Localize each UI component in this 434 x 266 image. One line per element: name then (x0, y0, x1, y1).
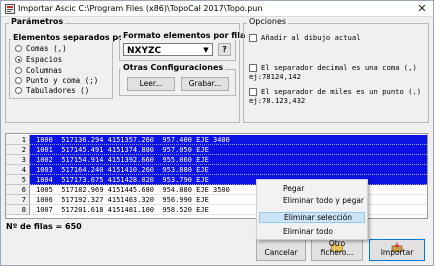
row-data[interactable]: 1000 517136.294 4151357.260 957.400 EJE … (30, 135, 427, 145)
option-label: Añadir al dibujo actual (261, 33, 361, 42)
row-number[interactable]: 1 (6, 135, 30, 145)
option-label: El separador de miles es un punto (.) (261, 87, 422, 96)
close-icon[interactable]: ✕ (415, 2, 429, 15)
menu-item-eliminar-todo[interactable]: Eliminar todo (259, 226, 365, 237)
row-data[interactable]: 1006 517192.327 4151463.320 956.990 EJE (30, 195, 427, 205)
radio-button[interactable] (15, 67, 22, 74)
cancelar-button[interactable]: Cancelar (256, 239, 306, 261)
row-number[interactable]: 4 (6, 165, 30, 175)
grabar-button[interactable]: Grabar... (181, 77, 229, 91)
leer-button[interactable]: Leer... (127, 77, 175, 91)
option-label: El separador decimal es una coma (,) (261, 63, 417, 72)
menu-item-pegar[interactable]: Pegar (259, 183, 365, 194)
formato-legend: Formato elementos por fila (121, 31, 248, 40)
option-example: ej:78124,142 (249, 72, 301, 81)
app-icon (5, 4, 15, 14)
table-row[interactable]: 4 1003 517164.240 4151410.260 953.880 EJ… (6, 165, 427, 175)
radio-label: Comas (,) (26, 44, 67, 53)
cancelar-label: Cancelar (264, 248, 298, 257)
table-row[interactable]: 2 1001 517145.491 4151374.880 957.050 EJ… (6, 145, 427, 155)
radio-label: Punto y coma (;) (26, 76, 99, 85)
menu-item-eliminar-todo-y-pegar[interactable]: Eliminar todo y pegar (259, 195, 365, 206)
row-data[interactable]: 1005 517182.969 4151445.680 954.880 EJE … (30, 185, 427, 195)
separados-legend: Elementos separados por (11, 33, 130, 42)
row-data[interactable]: 1001 517145.491 4151374.880 957.050 EJE (30, 145, 427, 155)
row-number[interactable]: 3 (6, 155, 30, 165)
row-data[interactable]: 1002 517154.914 4151392.660 955.060 EJE (30, 155, 427, 165)
opciones-legend: Opciones (247, 17, 289, 26)
formato-select[interactable]: NXYZC ▼ (123, 43, 213, 56)
row-count-status: Nº de filas = 650 (6, 222, 82, 231)
radio-button-selected[interactable] (15, 56, 22, 63)
table-row[interactable]: 1 1000 517136.294 4151357.260 957.400 EJ… (6, 135, 427, 145)
otro-fichero-label: Otro fichero... (320, 239, 354, 257)
parametros-legend: Parámetros (9, 17, 66, 26)
row-number[interactable]: 5 (6, 175, 30, 185)
row-number[interactable]: 7 (6, 195, 30, 205)
radio-label: Tabuladores () (26, 86, 90, 95)
row-data[interactable]: 1004 517173.675 4151428.020 953.790 EJE (30, 175, 427, 185)
title-bar: Importar Ascic C:\Program Files (x86)\To… (1, 1, 433, 17)
row-data[interactable]: 1003 517164.240 4151410.260 953.880 EJE (30, 165, 427, 175)
radio-button[interactable] (15, 77, 22, 84)
radio-button[interactable] (15, 45, 22, 52)
import-dialog: Importar Ascic C:\Program Files (x86)\To… (0, 0, 434, 266)
help-button[interactable]: ? (218, 43, 231, 56)
checkbox[interactable] (249, 34, 257, 42)
radio-label: Espacios (26, 55, 63, 64)
window-title: Importar Ascic C:\Program Files (x86)\To… (18, 4, 263, 13)
checkbox[interactable] (249, 88, 257, 96)
radio-button[interactable] (15, 87, 22, 94)
table-row[interactable]: 3 1002 517154.914 4151392.660 955.060 EJ… (6, 155, 427, 165)
row-number[interactable]: 8 (6, 205, 30, 215)
row-number[interactable]: 6 (6, 185, 30, 195)
formato-value: NXYZC (127, 46, 162, 56)
context-menu: Pegar Eliminar todo y pegar Eliminar sel… (256, 179, 368, 240)
chevron-down-icon[interactable]: ▼ (201, 45, 211, 55)
otras-legend: Otras Configuraciones (121, 63, 226, 72)
importar-label: Importar (380, 248, 414, 257)
option-example: ej:78.123,432 (249, 96, 306, 105)
otro-fichero-button[interactable]: Otro fichero... (311, 239, 363, 261)
row-number[interactable]: 2 (6, 145, 30, 155)
importar-button[interactable]: Importar (369, 239, 425, 261)
checkbox[interactable] (249, 64, 257, 72)
row-data[interactable]: 1007 517201.618 4151481.100 958.520 EJE (30, 205, 427, 215)
menu-item-eliminar-seleccion[interactable]: Eliminar selección (259, 212, 365, 223)
radio-label: Columnas (26, 66, 63, 75)
